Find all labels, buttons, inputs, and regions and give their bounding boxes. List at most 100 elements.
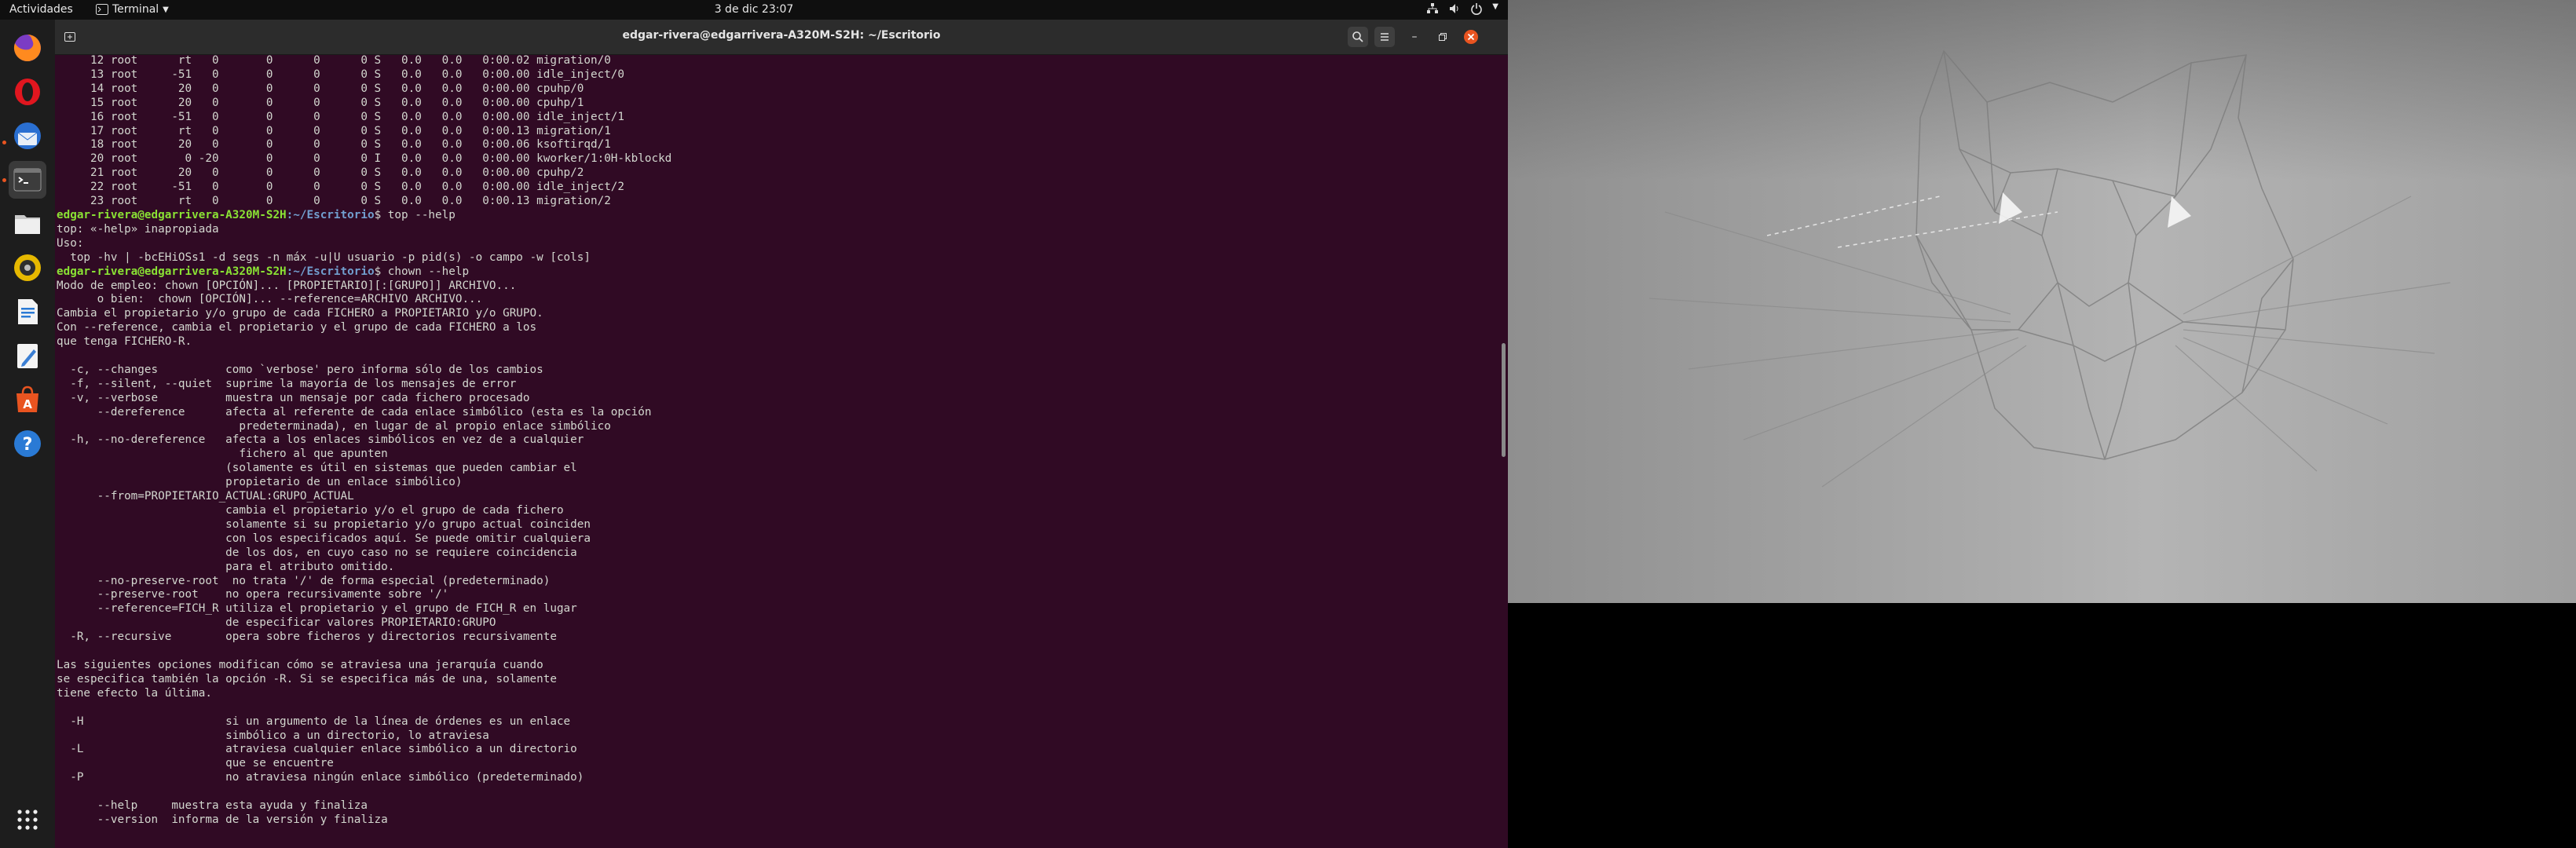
terminal-line: --from=PROPIETARIO_ACTUAL:GRUPO_ACTUAL <box>57 490 354 503</box>
terminal-line: se especifica también la opción -R. Si s… <box>57 672 557 685</box>
desktop-wallpaper <box>1508 0 2576 603</box>
dock-item-writer[interactable] <box>9 293 46 331</box>
dock-item-files[interactable] <box>9 205 46 243</box>
scrollbar-thumb[interactable] <box>1502 343 1506 457</box>
terminal-line: Las siguientes opciones modifican cómo s… <box>57 658 543 671</box>
terminal-line: de especificar valores PROPIETARIO:GRUPO <box>57 616 496 630</box>
terminal-icon <box>13 168 42 192</box>
terminal-line: fichero al que apunten <box>57 448 388 461</box>
close-icon <box>1464 30 1478 44</box>
terminal-line: --version informa de la versión y finali… <box>57 813 388 826</box>
terminal-line: Modo de empleo: chown [OPCIÓN]... [PROPI… <box>57 279 517 292</box>
terminal-line: -R, --recursive opera sobre ficheros y d… <box>57 631 557 644</box>
volume-icon <box>1450 4 1458 13</box>
terminal-line: de los dos, en cuyo caso no se requiere … <box>57 546 577 559</box>
process-list-output: 12 root rt 0 0 0 0 S 0.0 0.0 0:00.02 mig… <box>57 54 1486 209</box>
prompt-path: :~/Escritorio <box>286 265 375 278</box>
thunderbird-icon <box>14 122 41 149</box>
power-icon <box>1471 3 1483 15</box>
running-indicator <box>2 178 6 182</box>
show-applications-button[interactable] <box>9 801 46 839</box>
speaker-icon <box>14 254 41 281</box>
terminal-line: (solamente es útil en sistemas que puede… <box>57 462 577 475</box>
terminal-line: top -hv | -bcEHiOSs1 -d segs -n máx -u|U… <box>57 250 591 264</box>
search-icon <box>1352 31 1363 42</box>
terminal-window: edgar-rivera@edgarrivera-A320M-S2H: ~/Es… <box>55 20 1508 848</box>
terminal-line: --help muestra esta ayuda y finaliza <box>57 799 368 813</box>
network-icon <box>1427 3 1439 13</box>
menu-button[interactable] <box>1374 27 1395 47</box>
terminal-line: Con --reference, cambia el propietario y… <box>57 321 537 334</box>
terminal-line: que tenga FICHERO-R. <box>57 335 192 349</box>
terminal-line: 22 root -51 0 0 0 0 S 0.0 0.0 0:00.00 id… <box>57 181 625 194</box>
terminal-line: solamente si su propietario y/o grupo ac… <box>57 517 591 531</box>
terminal-line: 13 root -51 0 0 0 0 S 0.0 0.0 0:00.00 id… <box>57 68 625 81</box>
dock-item-terminal[interactable] <box>9 161 46 199</box>
svg-text:?: ? <box>23 435 33 455</box>
dock-item-software[interactable]: A <box>9 381 46 419</box>
help-icon: ? <box>14 430 41 457</box>
system-status-menu[interactable]: ▼ <box>1426 2 1498 15</box>
terminal-line: -v, --verbose muestra un mensaje por cad… <box>57 391 530 404</box>
terminal-line: -f, --silent, --quiet suprime la mayoría… <box>57 377 517 390</box>
maximize-button[interactable] <box>1433 27 1453 47</box>
terminal-line: simbólico a un directorio, lo atraviesa <box>57 729 489 742</box>
pencil-icon <box>17 344 38 368</box>
prompt-line: edgar-rivera@edgarrivera-A320M-S2H:~/Esc… <box>57 209 1486 223</box>
hamburger-menu-icon <box>1381 33 1389 41</box>
command-text: $ chown --help <box>374 265 470 278</box>
terminal-line: 21 root 20 0 0 0 0 S 0.0 0.0 0:00.00 cpu… <box>57 166 584 180</box>
svg-text:A: A <box>23 397 32 411</box>
terminal-line: propietario de un enlace simbólico) <box>57 476 463 489</box>
terminal-line: 15 root 20 0 0 0 0 S 0.0 0.0 0:00.00 cpu… <box>57 96 584 109</box>
clock[interactable]: 3 de dic 23:07 <box>0 3 1508 16</box>
minimize-icon: – <box>1411 31 1418 43</box>
prompt-user: edgar-rivera@edgarrivera-A320M-S2H <box>57 208 287 221</box>
prompt-user: edgar-rivera@edgarrivera-A320M-S2H <box>57 265 287 278</box>
minimize-button[interactable]: – <box>1404 27 1425 47</box>
dock-item-rhythmbox[interactable] <box>9 249 46 287</box>
terminal-line: que se encuentre <box>57 757 334 770</box>
grid-icon <box>17 810 38 830</box>
prompt-line: edgar-rivera@edgarrivera-A320M-S2H:~/Esc… <box>57 265 1486 280</box>
search-button[interactable] <box>1348 27 1368 47</box>
terminal-line: 23 root rt 0 0 0 0 S 0.0 0.0 0:00.13 mig… <box>57 195 611 208</box>
window-title: edgar-rivera@edgarrivera-A320M-S2H: ~/Es… <box>622 29 941 42</box>
terminal-output[interactable]: 12 root rt 0 0 0 0 S 0.0 0.0 0:00.02 mig… <box>57 54 1486 846</box>
restore-icon <box>1439 33 1447 41</box>
empty-screen-area <box>1508 603 2576 848</box>
top-help-output: top: «-help» inapropiada Uso: top -hv | … <box>57 223 1486 265</box>
terminal-line: Uso: <box>57 236 84 250</box>
terminal-line: --preserve-root no opera recursivamente … <box>57 588 449 601</box>
dock-item-help[interactable]: ? <box>9 425 46 462</box>
firefox-icon <box>13 35 41 61</box>
terminal-line: -L atraviesa cualquier enlace simbólico … <box>57 743 577 756</box>
terminal-line: 16 root -51 0 0 0 0 S 0.0 0.0 0:00.00 id… <box>57 110 625 123</box>
terminal-line: o bien: chown [OPCIÓN]... --reference=AR… <box>57 293 483 306</box>
terminal-line: 14 root 20 0 0 0 0 S 0.0 0.0 0:00.00 cpu… <box>57 82 584 95</box>
terminal-line: 17 root rt 0 0 0 0 S 0.0 0.0 0:00.13 mig… <box>57 124 611 137</box>
dock-item-opera[interactable] <box>9 73 46 111</box>
dock-item-firefox[interactable] <box>9 29 46 67</box>
top-bar: Actividades Terminal ▼ 3 de dic 23:07 ▼ <box>0 0 1508 20</box>
terminal-line: Cambia el propietario y/o grupo de cada … <box>57 307 543 320</box>
close-button[interactable] <box>1461 27 1481 47</box>
dock: A ? <box>0 20 55 848</box>
terminal-line: -c, --changes como `verbose' pero inform… <box>57 363 543 376</box>
prompt-path: :~/Escritorio <box>286 208 375 221</box>
terminal-line: -H si un argumento de la línea de órdene… <box>57 715 571 728</box>
folder-icon <box>15 215 40 234</box>
terminal-line: -h, --no-dereference afecta a los enlace… <box>57 433 584 447</box>
dock-item-text-editor[interactable] <box>9 337 46 375</box>
opera-icon <box>15 79 40 105</box>
command-text: $ top --help <box>374 208 456 221</box>
terminal-line: top: «-help» inapropiada <box>57 222 219 236</box>
writer-icon <box>18 299 38 324</box>
software-icon: A <box>16 386 38 412</box>
cat-wallpaper-art <box>1648 49 2451 488</box>
terminal-line: 12 root rt 0 0 0 0 S 0.0 0.0 0:00.02 mig… <box>57 54 611 67</box>
terminal-line: --dereference afecta al referente de cad… <box>57 405 652 419</box>
terminal-line: con los especificados aquí. Se puede omi… <box>57 532 591 545</box>
dock-item-thunderbird[interactable] <box>9 117 46 155</box>
terminal-line: -P no atraviesa ningún enlace simbólico … <box>57 771 584 784</box>
